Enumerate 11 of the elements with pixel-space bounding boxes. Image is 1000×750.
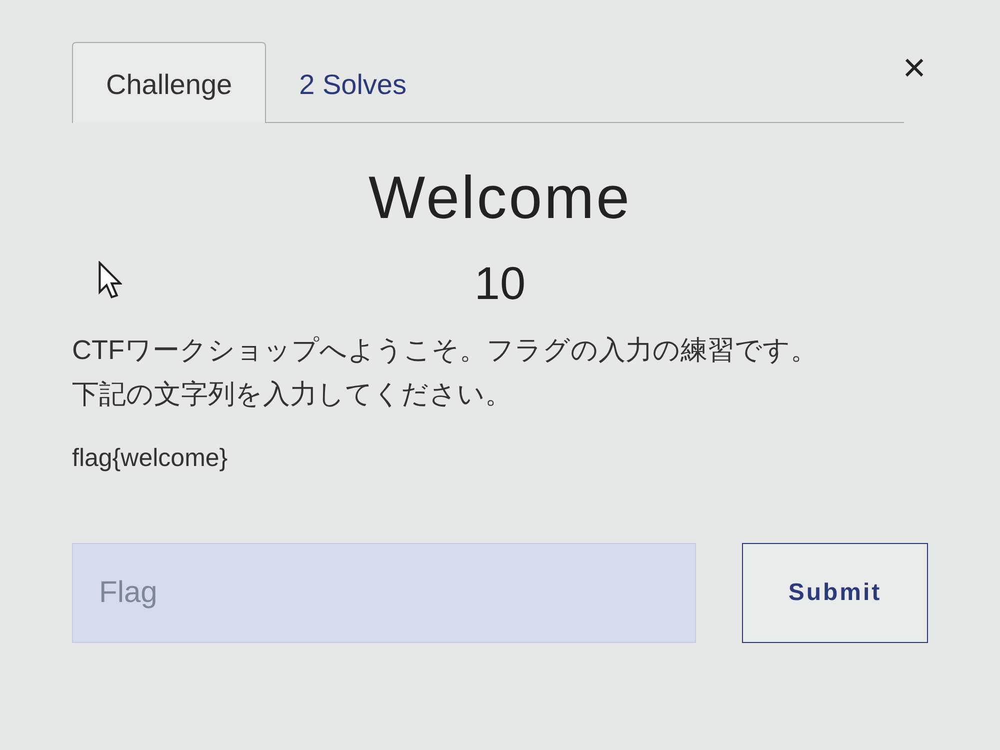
flag-input-field[interactable]: Flag [72,543,696,643]
challenge-title: Welcome [368,163,632,232]
description-text: 下記の文字列を入力してください。 [72,378,513,411]
challenge-points: 10 [474,256,526,310]
tab[interactable]: Challenge [72,42,266,123]
tab[interactable]: 2 Solves [266,42,440,123]
submit-button[interactable]: Submit [742,543,928,643]
flag-text: flag{welcome} [72,444,229,473]
close-button[interactable]: × [898,48,930,88]
mouse-cursor-icon [98,261,122,299]
description-text: CTFワークショップへようこそ。フラグの入力の練習です。 [72,334,818,367]
